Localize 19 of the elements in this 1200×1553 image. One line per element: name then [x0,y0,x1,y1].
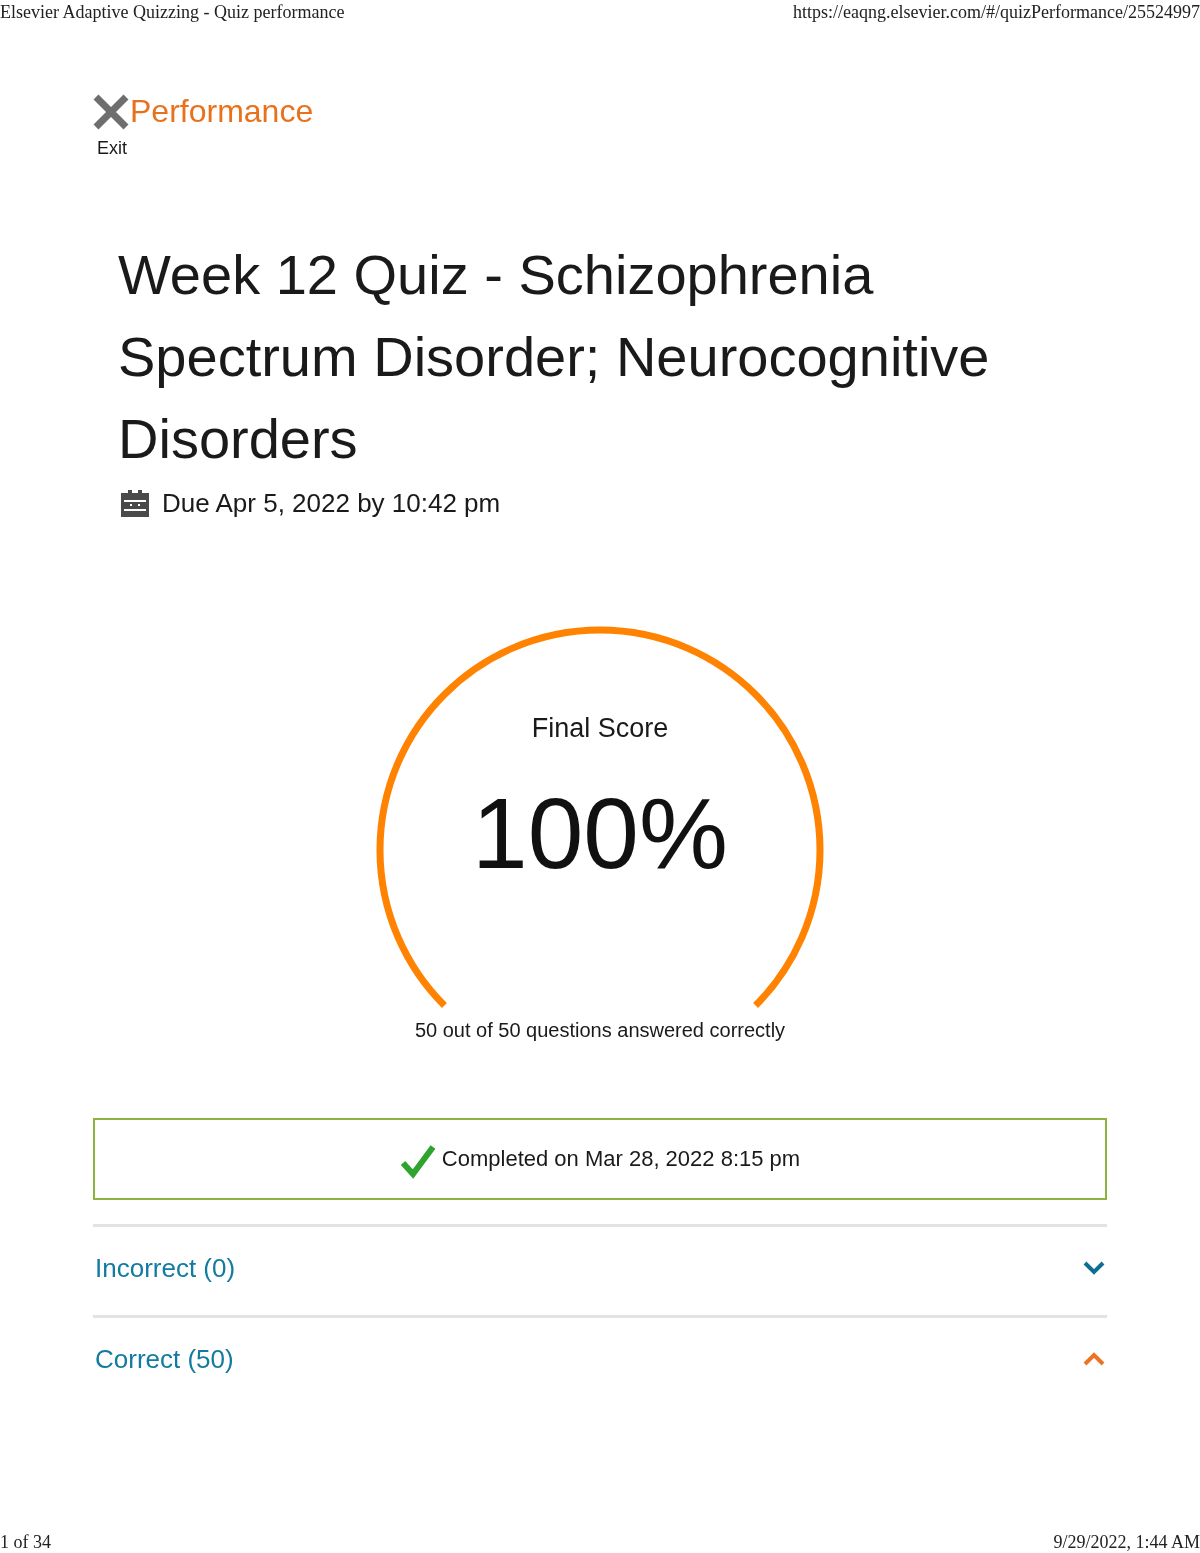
page-heading: Performance [130,92,314,131]
check-icon [399,1143,436,1179]
page-title: Elsevier Adaptive Quizzing - Quiz performance [0,1,345,24]
chevron-down-icon [1083,1261,1105,1275]
score-label: Final Score [531,712,669,744]
print-timestamp: 9/29/2022, 1:44 AM [1053,1531,1200,1553]
page-url: https://eaqng.elsevier.com/#/quizPerformance/25524997 [793,1,1200,24]
page-number: 1 of 34 [0,1531,51,1553]
due-date: Due Apr 5, 2022 by 10:42 pm [162,487,501,520]
quiz-title: Week 12 Quiz - Schizophrenia Spectrum Disorder; Neurocognitive Disorders [118,242,991,472]
score-value: 100% [472,778,728,888]
close-icon [92,93,130,131]
exit-button[interactable]: Exit [92,93,130,160]
calendar-icon [121,489,149,517]
completion-text: Completed on Mar 28, 2022 8:15 pm [441,1145,801,1173]
section-toggle[interactable]: Incorrect (0) [93,1227,1107,1315]
chevron-up-icon [1083,1352,1105,1366]
score-summary: 50 out of 50 questions answered correctly [414,1018,786,1042]
section-toggle[interactable]: Correct (50) [93,1318,1107,1406]
